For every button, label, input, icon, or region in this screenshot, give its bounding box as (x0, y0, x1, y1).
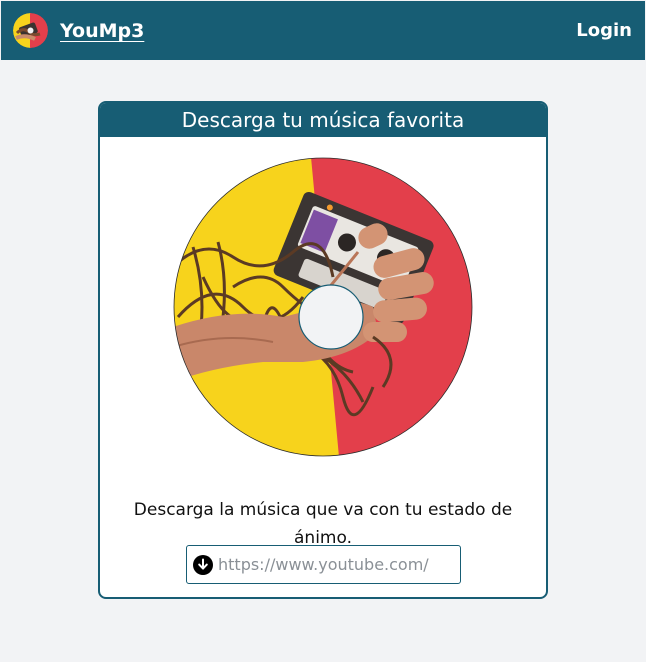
music-disc-image (173, 157, 473, 457)
top-navbar: YouMp3 Login (1, 1, 645, 60)
download-arrow-icon (193, 554, 213, 575)
download-card: Descarga tu música favorita Descarga la … (98, 101, 548, 599)
youtube-url-input[interactable] (218, 555, 453, 574)
brand-logo-icon (13, 13, 48, 48)
brand-link[interactable]: YouMp3 (13, 13, 144, 48)
tagline-text: Descarga la música que va con tu estado … (133, 500, 513, 548)
card-title: Descarga tu música favorita (100, 103, 546, 137)
login-link[interactable]: Login (576, 20, 632, 41)
brand-name[interactable]: YouMp3 (60, 20, 144, 42)
youtube-url-field[interactable] (186, 545, 461, 584)
